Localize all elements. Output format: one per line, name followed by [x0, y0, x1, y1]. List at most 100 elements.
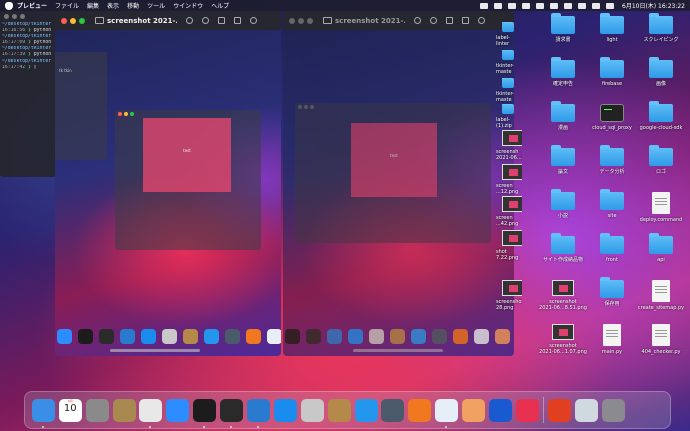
- preview-window-2[interactable]: test screenshot 2021-...: [283, 11, 514, 356]
- preview-window-1[interactable]: tk tkin test screenshot 2021-...: [55, 11, 281, 356]
- infinity-icon[interactable]: [489, 398, 513, 422]
- menu-window[interactable]: ウインドウ: [173, 1, 203, 10]
- quicktime-icon[interactable]: [381, 398, 405, 422]
- desktop-item[interactable]: screenshot 28.png: [496, 280, 522, 311]
- iterm-icon[interactable]: [193, 398, 217, 428]
- desktop-item[interactable]: google-cloud-sdk: [633, 101, 689, 131]
- p-icon[interactable]: [508, 2, 516, 9]
- desktop-item[interactable]: api: [633, 233, 689, 263]
- zoom-out-icon[interactable]: [414, 17, 421, 24]
- play-icon[interactable]: [536, 2, 544, 9]
- menu-clock[interactable]: 6月10日(木) 16:23:22: [622, 1, 685, 10]
- safari-icon[interactable]: [273, 398, 297, 422]
- desktop-item[interactable]: 漫画: [535, 101, 591, 131]
- desktop-item[interactable]: 画像: [633, 57, 689, 87]
- wifi-icon[interactable]: [564, 2, 572, 9]
- zoom-button[interactable]: [79, 17, 85, 24]
- desktop-item[interactable]: screenshot 2021-06...1.07.png: [535, 324, 591, 355]
- desktop-item[interactable]: cloud_sql_proxy: [584, 104, 640, 131]
- menu-file[interactable]: ファイル: [55, 1, 79, 10]
- sidebar-toggle-icon[interactable]: [323, 17, 332, 24]
- desktop-item[interactable]: スクレイピング: [633, 13, 689, 43]
- trash-icon[interactable]: [601, 398, 625, 422]
- docker-icon[interactable]: [354, 398, 378, 422]
- scrollbar[interactable]: [110, 349, 200, 352]
- menu-tools[interactable]: ツール: [147, 1, 165, 10]
- desktop-item[interactable]: screensh2021-06...03.png: [496, 130, 522, 161]
- desktop-item[interactable]: firebase: [584, 57, 640, 87]
- clock-app-icon[interactable]: [515, 398, 539, 422]
- terminal-icon[interactable]: [220, 398, 244, 428]
- siri-icon[interactable]: [606, 2, 614, 9]
- desktop-item[interactable]: deploy.command: [633, 192, 689, 223]
- apple-icon[interactable]: [5, 1, 13, 10]
- share-icon[interactable]: [218, 17, 225, 24]
- preview-icon[interactable]: [435, 398, 459, 428]
- system-preferences-icon[interactable]: [85, 398, 109, 422]
- desktop-item[interactable]: tkinter-maste: [496, 50, 522, 75]
- desktop-item[interactable]: main.py: [584, 324, 640, 355]
- desktop-item[interactable]: site: [584, 189, 640, 219]
- minimize-button[interactable]: [298, 17, 304, 24]
- desktop-item[interactable]: 論文: [535, 145, 591, 175]
- desktop-item[interactable]: label- (1).zip: [496, 104, 522, 129]
- close-button[interactable]: [289, 17, 295, 24]
- desktop-item[interactable]: サイト作成納品物: [535, 233, 591, 263]
- app-bag-icon[interactable]: [112, 398, 136, 422]
- menu-go[interactable]: 移動: [127, 1, 139, 10]
- minimize-button[interactable]: [12, 14, 17, 19]
- desktop-item[interactable]: label-linter: [496, 22, 522, 47]
- calendar-icon[interactable]: 6月 10: [58, 398, 82, 422]
- zoom-out-icon[interactable]: [186, 17, 193, 24]
- menu-view[interactable]: 表示: [107, 1, 119, 10]
- desktop-item[interactable]: create_sitemap.py: [633, 280, 689, 311]
- desktop-item[interactable]: light: [584, 13, 640, 43]
- zoom-button[interactable]: [20, 14, 25, 19]
- activity-icon[interactable]: [547, 398, 571, 422]
- desktop-item[interactable]: 請求書: [535, 13, 591, 43]
- sidebar-toggle-icon[interactable]: [95, 17, 104, 24]
- desktop-item[interactable]: 確定申告: [535, 57, 591, 87]
- desktop-item[interactable]: front: [584, 233, 640, 263]
- image-stack-icon[interactable]: [574, 398, 598, 422]
- scrollbar[interactable]: [353, 349, 443, 352]
- preview-toolbar[interactable]: screenshot 2021-...: [55, 11, 281, 30]
- mail-icon[interactable]: [522, 2, 530, 9]
- menu-app-name[interactable]: プレビュー: [17, 1, 47, 10]
- close-button[interactable]: [4, 14, 9, 19]
- cloud-icon[interactable]: [480, 2, 488, 9]
- menu-help[interactable]: ヘルプ: [211, 1, 229, 10]
- zoom-icon[interactable]: [166, 398, 190, 422]
- desktop-item[interactable]: screen ...42.png: [496, 196, 522, 227]
- close-button[interactable]: [61, 17, 67, 24]
- sourcetree-icon[interactable]: [408, 398, 432, 422]
- preview-toolbar[interactable]: screenshot 2021-...: [283, 11, 514, 30]
- photos-app-icon[interactable]: [462, 398, 486, 422]
- share-icon[interactable]: [446, 17, 453, 24]
- zoom-in-icon[interactable]: [430, 17, 437, 24]
- sequel-icon[interactable]: [300, 398, 324, 422]
- finder-icon[interactable]: [31, 398, 55, 428]
- chrome-icon[interactable]: [139, 398, 163, 428]
- zoom-button[interactable]: [307, 17, 313, 24]
- desktop-item[interactable]: shot 7.22.png: [496, 230, 522, 261]
- search-icon[interactable]: [478, 17, 485, 24]
- minimize-button[interactable]: [70, 17, 76, 24]
- desktop-item[interactable]: 小説: [535, 189, 591, 219]
- desktop-item[interactable]: データ分析: [584, 145, 640, 175]
- desktop-item[interactable]: screen ...12.png: [496, 164, 522, 195]
- search-icon[interactable]: [578, 2, 586, 9]
- status-app-icon[interactable]: [494, 2, 502, 9]
- desktop-item[interactable]: 保存用: [584, 277, 640, 307]
- stuffit-icon[interactable]: [327, 398, 351, 422]
- desktop-item[interactable]: 404_checker.py: [633, 324, 689, 355]
- vscode-icon[interactable]: [247, 398, 271, 428]
- desktop-item[interactable]: ロゴ: [633, 145, 689, 175]
- desktop-item[interactable]: screenshot 2021-06...8.51.png: [535, 280, 591, 311]
- battery-icon[interactable]: [550, 2, 558, 9]
- zoom-in-icon[interactable]: [202, 17, 209, 24]
- control-center-icon[interactable]: [592, 2, 600, 9]
- markup-icon[interactable]: [462, 17, 469, 24]
- desktop-item[interactable]: tkinter-maste: [496, 78, 522, 103]
- markup-icon[interactable]: [234, 17, 241, 24]
